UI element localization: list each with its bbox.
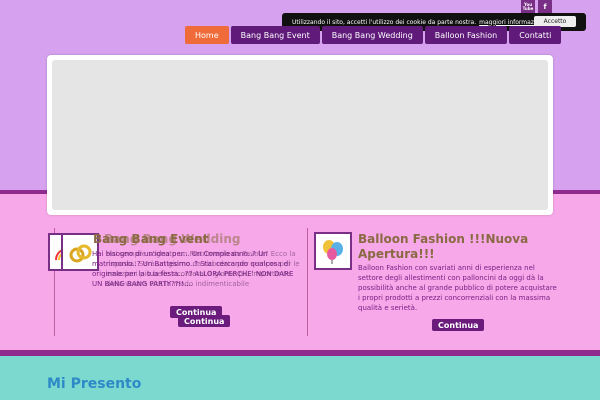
section-title: Mi Presento — [47, 376, 142, 392]
nav-bang-bang-wedding[interactable]: Bang Bang Wedding — [321, 26, 423, 44]
balloon-thumbnail-icon — [314, 232, 352, 270]
nav-balloon-fashion[interactable]: Balloon Fashion — [424, 26, 508, 44]
nav-home[interactable]: Home — [185, 26, 229, 44]
nav-contatti[interactable]: Contatti — [509, 26, 562, 44]
image-slider[interactable] — [47, 55, 553, 215]
wedding-continua-button[interactable]: Continua — [178, 315, 231, 327]
youtube-icon[interactable]: You Tube — [521, 0, 535, 13]
nav-bang-bang-event[interactable]: Bang Bang Event — [230, 26, 320, 44]
balloon-title[interactable]: Balloon Fashion !!!Nuova Apertura!!! — [358, 232, 558, 262]
wedding-text: Hai sempre sognato un Matrimonio da Favo… — [106, 250, 300, 288]
facebook-icon[interactable]: f — [538, 0, 552, 13]
wedding-title[interactable]: Bang Bang Wedding — [104, 232, 240, 246]
balloon-continua-button[interactable]: Continua — [432, 319, 485, 331]
slider-image — [52, 60, 548, 210]
balloon-text: Balloon Fashion con svariati anni di esp… — [358, 264, 557, 312]
main-nav: Home Bang Bang Event Bang Bang Wedding B… — [185, 26, 562, 44]
cookie-text: Utilizzando il sito, accetti l'utilizzo … — [292, 18, 477, 26]
column-divider — [307, 228, 308, 336]
